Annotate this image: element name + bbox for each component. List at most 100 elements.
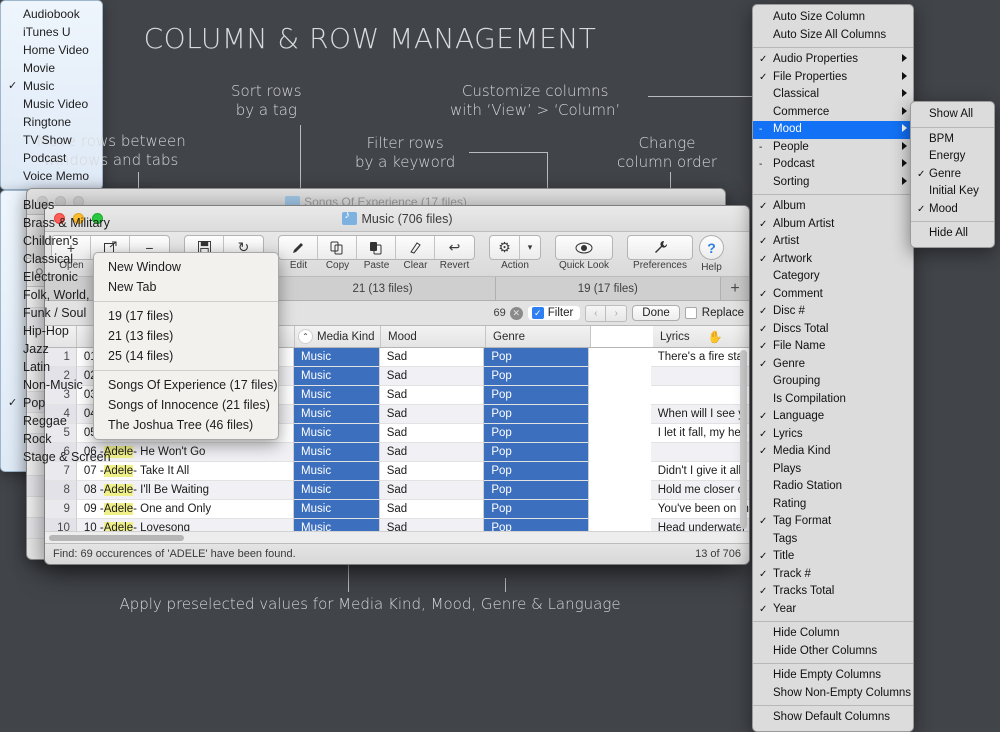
find-nav-group[interactable]: ‹ › — [585, 304, 628, 322]
add-tab-button[interactable]: + — [720, 277, 749, 300]
columns-menu-item[interactable]: ✓ Artwork — [753, 251, 913, 269]
copy-button[interactable] — [318, 236, 357, 259]
cell-lyrics[interactable] — [650, 367, 749, 386]
menu-item[interactable]: Songs of Innocence (21 files) — [94, 395, 278, 415]
columns-menu-item[interactable]: Hide Empty Columns — [753, 667, 913, 685]
table-row[interactable]: 08 - Adele - I'll Be Waiting — [76, 481, 294, 500]
grid-column-lyrics[interactable]: There's a fire sta When will I see yI let… — [650, 348, 749, 531]
columns-menu-item[interactable]: Grouping — [753, 373, 913, 391]
column-header-lyrics[interactable]: Lyrics ✋ — [653, 326, 749, 347]
menu-item[interactable]: 19 (17 files) — [94, 306, 278, 326]
cell-lyrics[interactable]: Hold me closer o — [650, 481, 749, 500]
columns-menu-item[interactable]: Auto Size Column — [753, 9, 913, 27]
cell-media-kind[interactable]: Music — [294, 462, 379, 481]
cell-mood[interactable]: Sad — [379, 443, 484, 462]
edit-button[interactable] — [279, 236, 318, 259]
mood-submenu[interactable]: Show All BPM Energy ✓ Genre Initial Key ✓ Mood H… — [910, 101, 995, 248]
cell-media-kind[interactable]: Music — [294, 405, 379, 424]
columns-menu-item[interactable]: ✓ Lyrics — [753, 426, 913, 444]
media-kind-option[interactable]: iTunes U — [1, 23, 102, 41]
action-button[interactable]: ⚙ — [490, 236, 520, 259]
toolbar-group-preferences[interactable]: Preferences — [627, 235, 693, 271]
columns-menu-item[interactable]: ✓ Disc # — [753, 303, 913, 321]
columns-menu-item[interactable]: ✓ Tag Format — [753, 513, 913, 531]
columns-menu-item[interactable]: Plays — [753, 461, 913, 479]
columns-menu-item[interactable]: ✓ File Properties — [753, 69, 913, 87]
toolbar-group-action[interactable]: ⚙ ▾ Action — [489, 235, 541, 271]
chevron-down-icon[interactable]: ▾ — [520, 236, 540, 259]
preferences-button[interactable] — [628, 236, 692, 259]
find-prev-button[interactable]: ‹ — [585, 304, 607, 322]
cell-lyrics[interactable]: You've been on m — [650, 500, 749, 519]
media-kind-option[interactable]: TV Show — [1, 131, 102, 149]
cell-lyrics[interactable] — [650, 443, 749, 462]
columns-menu-item[interactable]: Hide Other Columns — [753, 643, 913, 661]
menu-item[interactable]: New Tab — [94, 277, 278, 297]
revert-button[interactable]: ↩ — [435, 236, 474, 259]
columns-menu-item[interactable]: ✓ Audio Properties — [753, 51, 913, 69]
quick-look-button[interactable] — [556, 236, 612, 259]
toolbar-group-help[interactable]: ? Help — [699, 235, 724, 273]
columns-menu-item[interactable]: ✓ Genre — [753, 356, 913, 374]
cell-media-kind[interactable]: Music — [294, 500, 379, 519]
columns-menu-item[interactable]: Radio Station — [753, 478, 913, 496]
cell-lyrics[interactable]: When will I see y — [650, 405, 749, 424]
cell-media-kind[interactable]: Music — [294, 443, 379, 462]
columns-menu-item[interactable]: Hide Column — [753, 625, 913, 643]
grid-column-genre[interactable]: PopPopPopPopPopPopPopPopPopPopPop — [484, 348, 589, 531]
cell-media-kind[interactable]: Music — [294, 386, 379, 405]
media-kind-option[interactable]: ✓ Music — [1, 77, 102, 95]
mood-submenu-item[interactable]: BPM — [911, 131, 994, 149]
mood-submenu-item[interactable]: Show All — [911, 106, 994, 124]
columns-menu-item[interactable]: ✓ Discs Total — [753, 321, 913, 339]
tab-19[interactable]: 19 (17 files) — [495, 277, 721, 300]
replace-checkbox[interactable] — [684, 307, 697, 319]
cell-genre[interactable]: Pop — [484, 481, 588, 500]
cell-lyrics[interactable] — [650, 386, 749, 405]
columns-menu-item[interactable]: - Podcast — [753, 156, 913, 174]
columns-menu-item[interactable]: ✓ Artist — [753, 233, 913, 251]
cell-mood[interactable]: Sad — [379, 500, 484, 519]
columns-menu-item[interactable]: ✓ Language — [753, 408, 913, 426]
columns-menu-item[interactable]: - People — [753, 139, 913, 157]
cell-mood[interactable]: Sad — [379, 348, 484, 367]
tab-21[interactable]: 21 (13 files) — [270, 277, 496, 300]
columns-menu-item[interactable]: Is Compilation — [753, 391, 913, 409]
cell-genre[interactable]: Pop — [484, 500, 588, 519]
column-header-mood[interactable]: Mood — [381, 326, 486, 347]
horizontal-scrollbar-track[interactable] — [45, 531, 749, 543]
columns-menu-item[interactable]: ✓ Comment — [753, 286, 913, 304]
cell-mood[interactable]: Sad — [379, 367, 484, 386]
horizontal-scrollbar-thumb[interactable] — [49, 534, 184, 541]
cell-genre[interactable]: Pop — [484, 462, 588, 481]
columns-menu-item[interactable]: Classical — [753, 86, 913, 104]
paste-button[interactable] — [357, 236, 396, 259]
cell-genre[interactable]: Pop — [484, 405, 588, 424]
columns-menu-item[interactable]: - Mood — [753, 121, 913, 139]
cell-media-kind[interactable]: Music — [294, 348, 379, 367]
columns-menu-item[interactable]: ✓ Tracks Total — [753, 583, 913, 601]
cell-lyrics[interactable]: I let it fall, my hea — [650, 424, 749, 443]
cell-mood[interactable]: Sad — [379, 405, 484, 424]
media-kind-option[interactable]: Audiobook — [1, 5, 102, 23]
cell-mood[interactable]: Sad — [379, 519, 484, 531]
columns-menu-item[interactable]: Commerce — [753, 104, 913, 122]
cell-genre[interactable]: Pop — [484, 443, 588, 462]
menu-item[interactable]: Songs Of Experience (17 files) — [94, 375, 278, 395]
cell-media-kind[interactable]: Music — [294, 519, 379, 531]
cell-media-kind[interactable]: Music — [294, 481, 379, 500]
cell-lyrics[interactable]: Didn't I give it all — [650, 462, 749, 481]
toolbar-group-quicklook[interactable]: Quick Look — [555, 235, 613, 271]
toolbar-group-edit[interactable]: ↩ Edit Copy Paste Clear Revert — [278, 235, 475, 271]
menu-item[interactable]: 21 (13 files) — [94, 326, 278, 346]
filter-checkbox[interactable]: ✓ Filter — [527, 306, 581, 320]
cell-mood[interactable]: Sad — [379, 462, 484, 481]
grid-column-media-kind[interactable]: Music Music Music Music Music Music Music Music… — [294, 348, 380, 531]
columns-context-menu[interactable]: Auto Size Column Auto Size All Columns ✓ Au… — [752, 4, 914, 732]
genre-option[interactable]: Blues — [1, 196, 154, 214]
grid-column-mood[interactable]: SadSadSadSadSadSadSadSadSadSadSad — [379, 348, 485, 531]
media-kind-option[interactable]: Podcast — [1, 149, 102, 167]
cell-genre[interactable]: Pop — [484, 519, 588, 531]
help-button[interactable]: ? — [699, 235, 724, 260]
done-button[interactable]: Done — [632, 305, 680, 321]
